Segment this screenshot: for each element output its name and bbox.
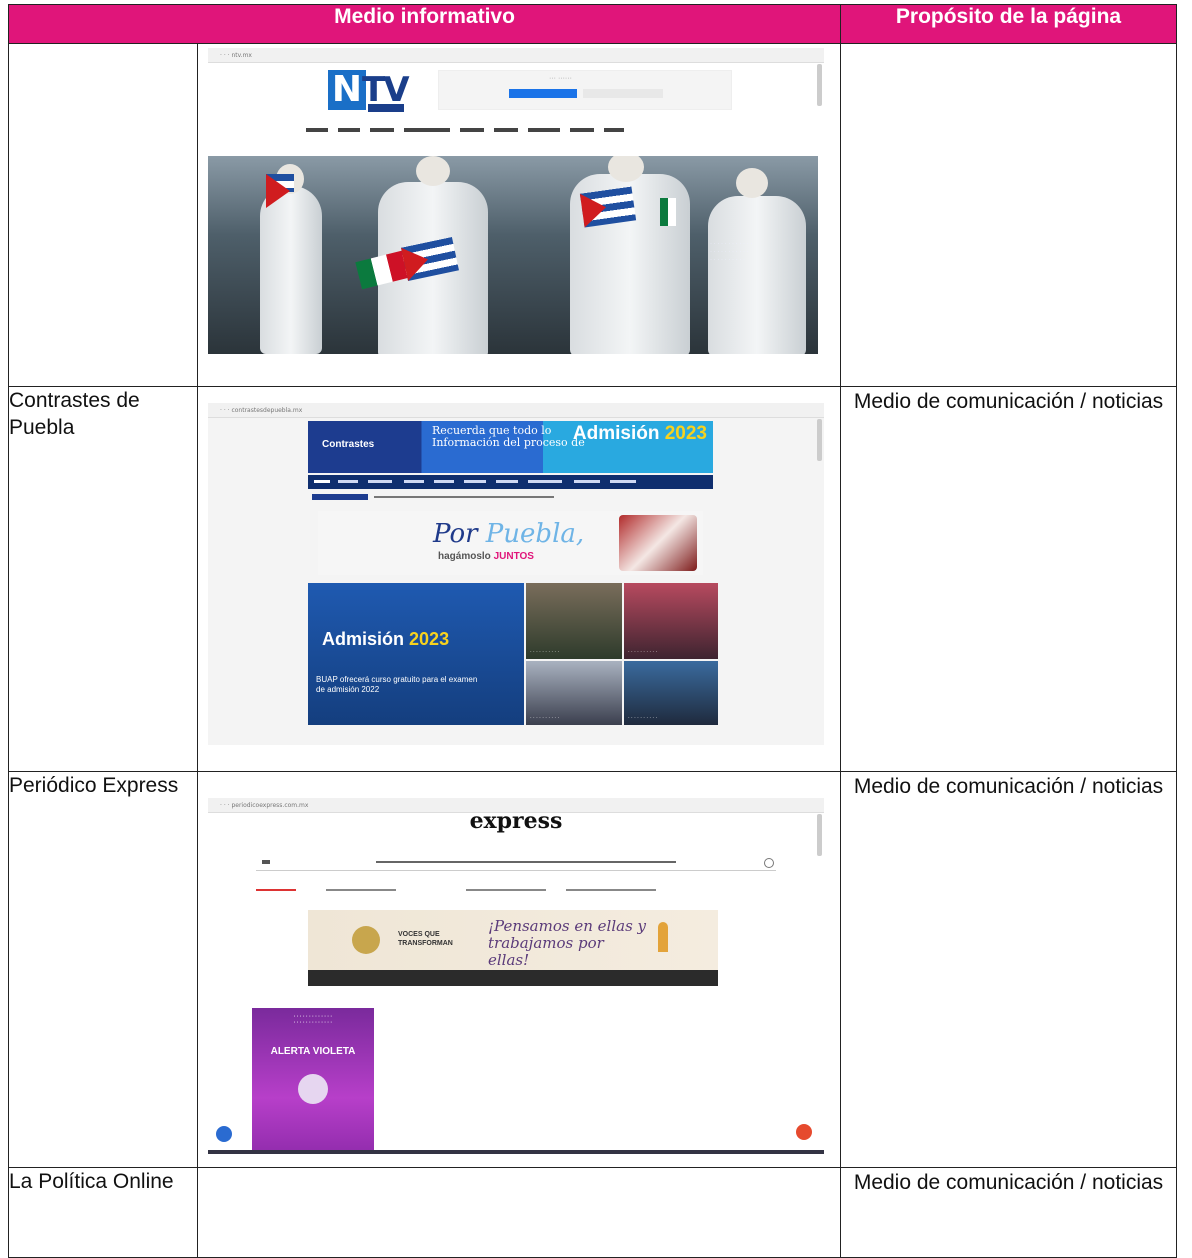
ntv-hero-photo: · · · · · · · · · · · · · · · · · · · · ·… xyxy=(208,156,818,354)
news-tile: · · · · · · · · · · xyxy=(526,661,622,725)
featured-story: Admisión 2023 BUAP ofrecerá curso gratui… xyxy=(308,583,524,725)
contrastes-nav-menu xyxy=(308,475,713,489)
por-puebla-banner: Por Puebla, hagámoslo JUNTOS xyxy=(318,511,703,575)
news-tile: · · · · · · · · · · xyxy=(624,583,718,659)
contrastes-screenshot: · · · contrastesdepuebla.mx Contrastes R… xyxy=(208,403,824,745)
row-name: Contrastes de Puebla xyxy=(8,386,198,772)
express-nav-menu xyxy=(256,856,776,871)
header-proposito: Propósito de la página xyxy=(840,4,1177,44)
row-purpose: Medio de comunicación / noticias xyxy=(840,386,1177,772)
scrollbar xyxy=(817,419,822,461)
browser-address-bar: · · · ntv.mx xyxy=(208,48,824,63)
row-screenshot-cell: · · · contrastesdepuebla.mx Contrastes R… xyxy=(197,386,841,772)
contrastes-header-banner: Contrastes Recuerda que todo lo Informaci… xyxy=(308,421,713,473)
header-medio-informativo: Medio informativo xyxy=(8,4,841,44)
express-screenshot: · · · periodicoexpress.com.mx express VO… xyxy=(208,798,824,1154)
express-logo: express xyxy=(469,808,563,834)
news-tile: · · · · · · · · · · xyxy=(624,661,718,725)
photo-caption-blur: · · · · · · · · · · · · · · · · · · · · ·… xyxy=(710,241,753,263)
row-name xyxy=(8,43,198,387)
row-screenshot-cell xyxy=(197,1167,841,1258)
row-screenshot-cell: · · · ntv.mx N TV ··· ······ · · · · · ·… xyxy=(197,43,841,387)
media-table: Medio informativo Propósito de la página… xyxy=(8,4,1177,1258)
ntv-logo: N TV xyxy=(328,70,409,114)
scrollbar xyxy=(817,64,822,106)
row-purpose xyxy=(840,43,1177,387)
row-purpose: Medio de comunicación / noticias xyxy=(840,771,1177,1168)
news-tile: · · · · · · · · · · xyxy=(526,583,622,659)
chat-icon[interactable] xyxy=(796,1124,812,1140)
row-screenshot-cell: · · · periodicoexpress.com.mx express VO… xyxy=(197,771,841,1168)
row-purpose: Medio de comunicación / noticias xyxy=(840,1167,1177,1258)
ntv-nav-menu xyxy=(306,126,736,134)
table-row: Periódico Express · · · periodicoexpress… xyxy=(8,771,1177,1168)
ad-banner: ··· ······ xyxy=(438,70,732,110)
header-row: Medio informativo Propósito de la página xyxy=(8,4,1177,44)
row-name: La Política Online xyxy=(8,1167,198,1258)
voces-que-transforman-ad: VOCES QUE TRANSFORMAN ¡Pensamos en ellas… xyxy=(308,910,718,986)
row-name: Periódico Express xyxy=(8,771,198,1168)
accessibility-icon[interactable] xyxy=(216,1126,232,1142)
news-ticker xyxy=(308,493,713,501)
express-ticker xyxy=(256,886,776,894)
browser-address-bar: · · · contrastesdepuebla.mx xyxy=(208,403,824,418)
table-row: · · · ntv.mx N TV ··· ······ · · · · · ·… xyxy=(8,43,1177,387)
table-row: Contrastes de Puebla · · · contrastesdep… xyxy=(8,386,1177,772)
table-row: La Política Online Medio de comunicación… xyxy=(8,1167,1177,1258)
ntv-screenshot: · · · ntv.mx N TV ··· ······ · · · · · ·… xyxy=(208,48,824,358)
alerta-violeta-ad: · · · · · · · · · · · · · · · · · · · · ·… xyxy=(252,1008,374,1154)
